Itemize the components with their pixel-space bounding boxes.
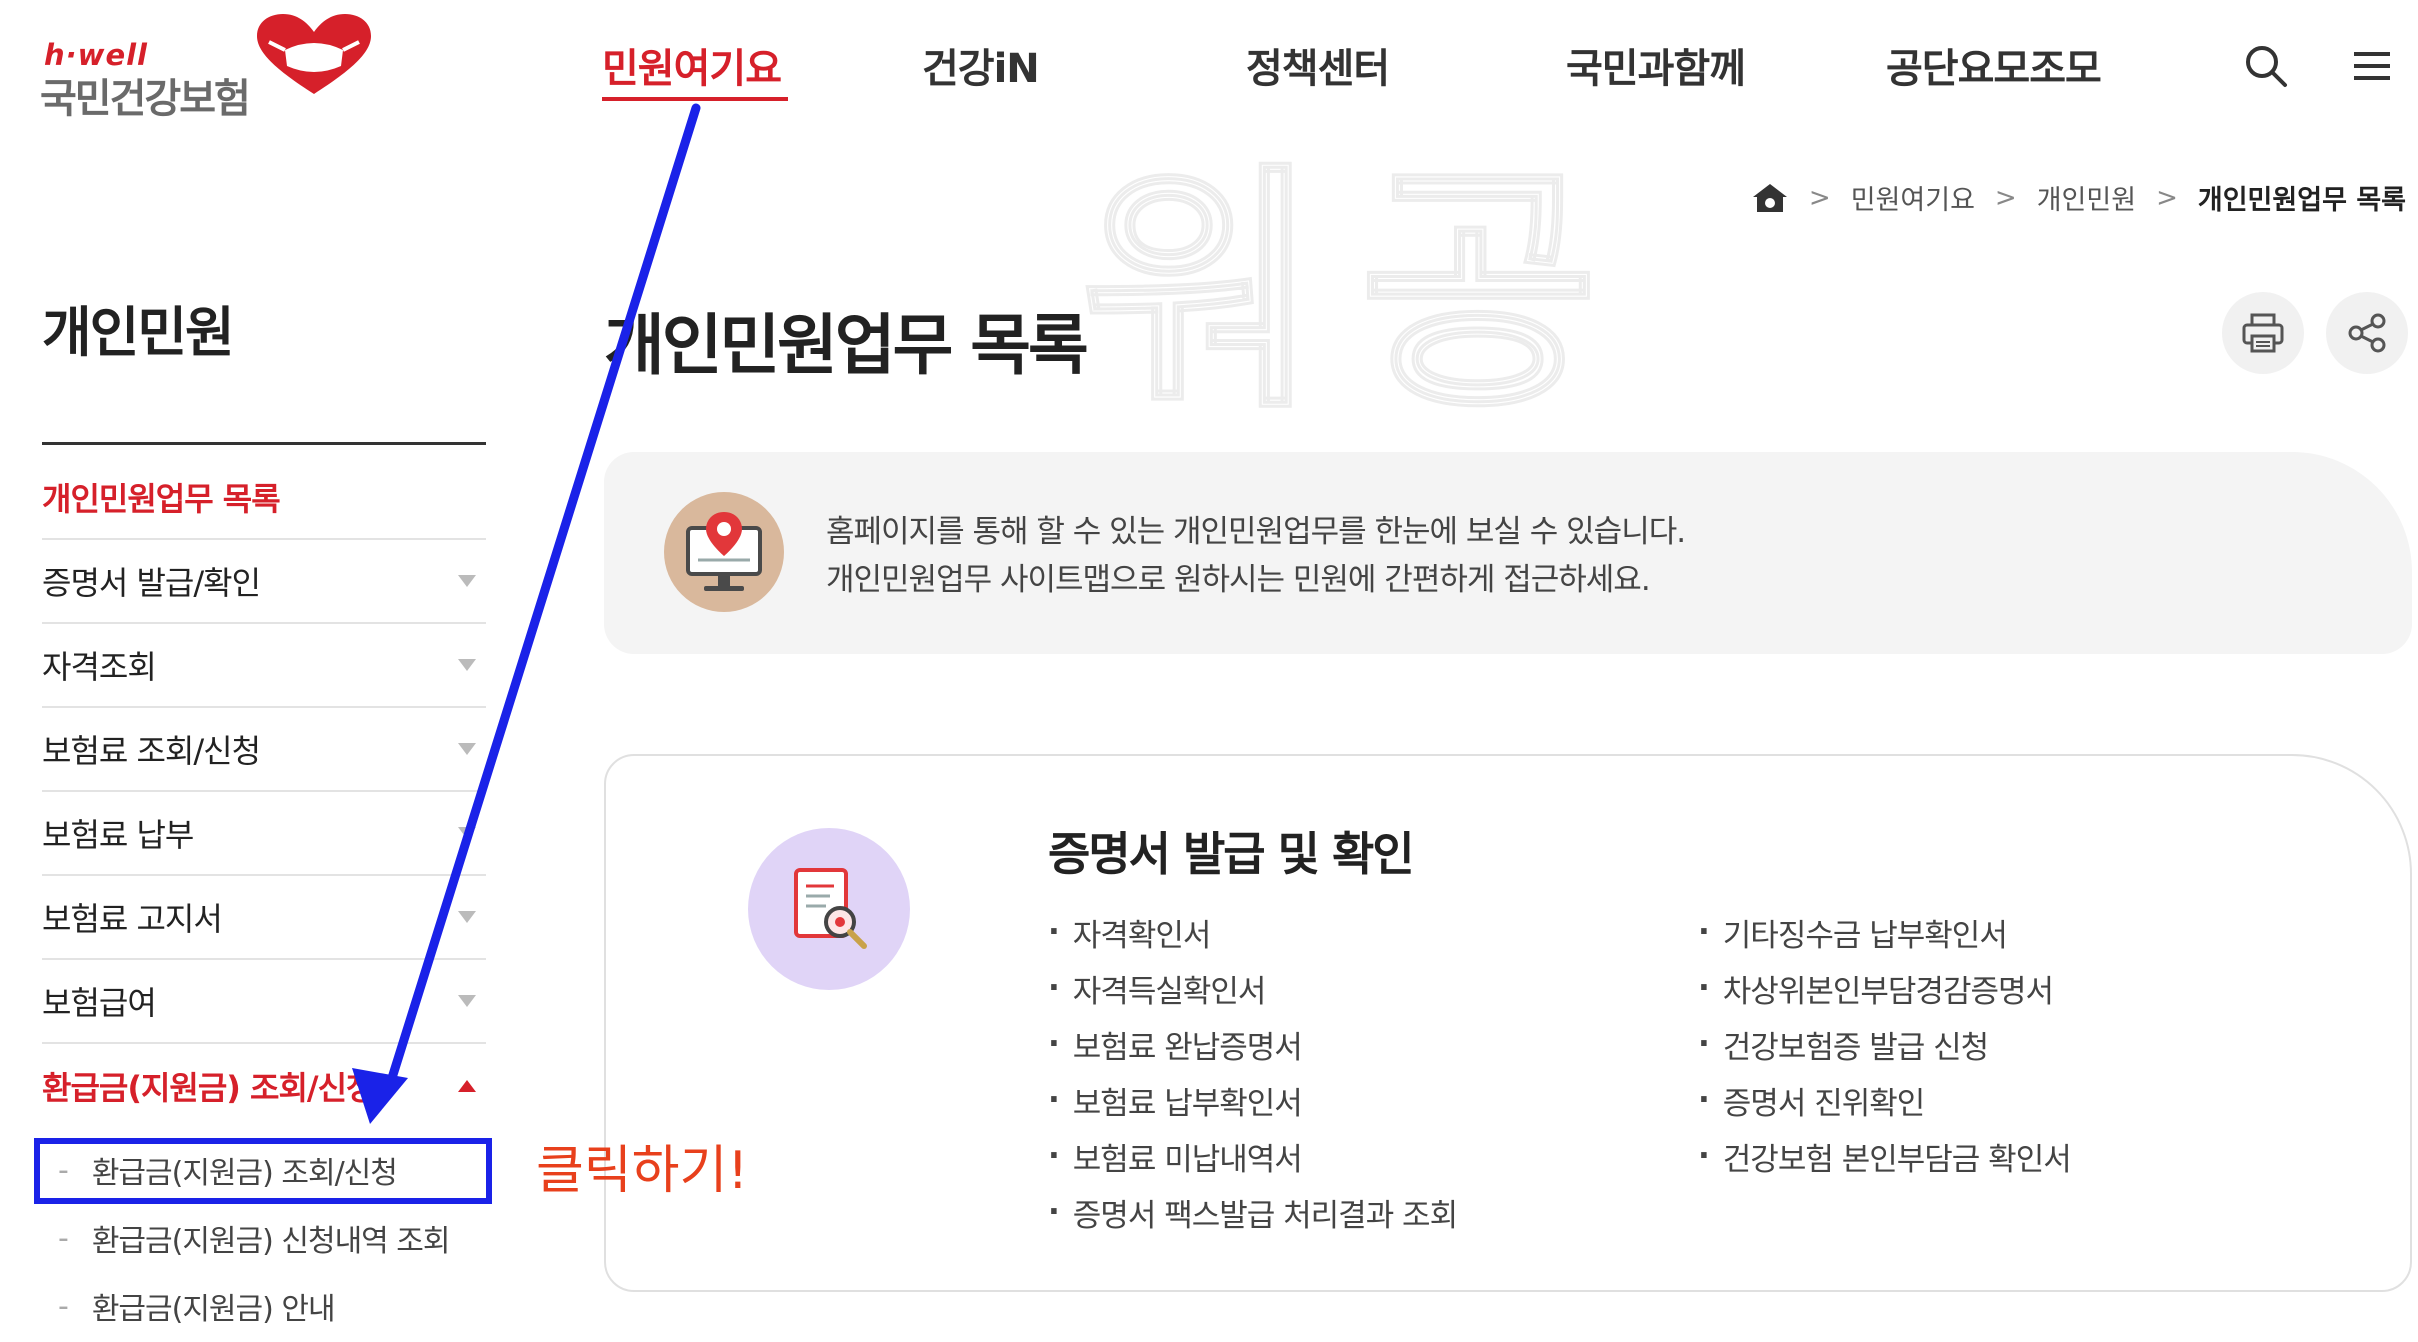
card-icon-circle — [748, 828, 910, 990]
sidebar-item-premium-notice[interactable]: 보험료 고지서 — [42, 876, 486, 960]
sidebar-item-label: 증명서 발급/확인 — [42, 564, 261, 602]
card-link-reduction-cert[interactable]: 차상위본인부담경감증명서 — [1698, 960, 2071, 1016]
gnb-item-policy-center[interactable]: 정책센터 — [1246, 36, 1390, 94]
info-box: 홈페이지를 통해 할 수 있는 개인민원업무를 한눈에 보실 수 있습니다. 개… — [604, 452, 2412, 654]
sidebar-divider — [42, 442, 486, 445]
card-link-unpaid-statement[interactable]: 보험료 미납내역서 — [1048, 1128, 1457, 1184]
breadcrumb-item-current: 개인민원업무 목록 — [2197, 185, 2406, 216]
submenu-item-refund-history[interactable]: - 환급금(지원금) 신청내역 조회 — [42, 1204, 486, 1272]
info-line-1: 홈페이지를 통해 할 수 있는 개인민원업무를 한눈에 보실 수 있습니다. — [826, 514, 1686, 550]
annotation-highlight-box — [34, 1138, 492, 1204]
submenu-item-label: 환급금(지원금) 신청내역 조회 — [91, 1224, 451, 1259]
document-search-icon — [794, 868, 867, 949]
breadcrumb-item-minwon[interactable]: 민원여기요 — [1851, 178, 1975, 217]
submenu-item-refund-guide[interactable]: - 환급금(지원금) 안내 — [42, 1272, 486, 1340]
card-title: 증명서 발급 및 확인 — [1048, 827, 1415, 881]
dash-icon: - — [58, 1288, 69, 1324]
search-button[interactable] — [2236, 36, 2296, 96]
info-line-2: 개인민원업무 사이트맵으로 원하시는 민원에 간편하게 접근하세요. — [826, 562, 1651, 598]
info-description: 홈페이지를 통해 할 수 있는 개인민원업무를 한눈에 보실 수 있습니다. 개… — [826, 508, 1686, 604]
sidebar-item-label: 보험료 조회/신청 — [42, 732, 261, 770]
breadcrumb-separator: > — [2156, 182, 2178, 213]
share-button[interactable] — [2326, 292, 2408, 374]
home-icon[interactable] — [1751, 182, 1789, 214]
sidebar-item-label: 보험료 납부 — [42, 816, 194, 854]
gnb-item-with-citizens[interactable]: 국민과함께 — [1566, 36, 1746, 94]
card-link-qualification[interactable]: 자격확인서 — [1048, 904, 1457, 960]
all-menu-button[interactable] — [2342, 36, 2402, 96]
sidebar-item-label: 보험료 고지서 — [42, 900, 223, 938]
background-watermark: 워공 — [1078, 141, 1639, 446]
sidebar-item-premium-inquiry[interactable]: 보험료 조회/신청 — [42, 708, 486, 792]
card-link-copay-cert[interactable]: 건강보험 본인부담금 확인서 — [1698, 1128, 2072, 1184]
sidebar-item-benefits[interactable]: 보험급여 — [42, 960, 486, 1044]
card-list-right: 기타징수금 납부확인서 차상위본인부담경감증명서 건강보험증 발급 신청 증명서… — [1698, 904, 2072, 1184]
chevron-down-icon — [458, 743, 476, 755]
gnb-item-health-in[interactable]: 건강iN — [922, 36, 1040, 94]
chevron-up-icon — [458, 1080, 476, 1092]
share-icon — [2348, 313, 2386, 353]
card-link-qualification-history[interactable]: 자격득실확인서 — [1048, 960, 1457, 1016]
logo-heart-icon — [257, 14, 371, 94]
sidebar-item-label: 자격조회 — [42, 648, 157, 686]
print-button[interactable] — [2222, 292, 2304, 374]
gnb-item-minwon[interactable]: 민원여기요 — [602, 36, 782, 94]
card-link-fax-result[interactable]: 증명서 팩스발급 처리결과 조회 — [1048, 1184, 1458, 1240]
chevron-down-icon — [458, 575, 476, 587]
card-link-authenticity-check[interactable]: 증명서 진위확인 — [1698, 1072, 2071, 1128]
dash-icon: - — [58, 1220, 69, 1256]
sidebar-item-certificates[interactable]: 증명서 발급/확인 — [42, 540, 486, 624]
submenu-item-label: 환급금(지원금) 안내 — [91, 1292, 336, 1327]
card-list-left: 자격확인서 자격득실확인서 보험료 완납증명서 보험료 납부확인서 보험료 미납… — [1048, 904, 1458, 1240]
certificate-card: 증명서 발급 및 확인 자격확인서 자격득실확인서 보험료 완납증명서 보험료 … — [604, 754, 2412, 1292]
sidebar-item-refund[interactable]: 환급금(지원금) 조회/신청 — [42, 1044, 486, 1128]
nhis-logo[interactable]: h·well 국민건강보험 — [40, 14, 371, 122]
print-icon — [2242, 313, 2284, 353]
breadcrumb: > 민원여기요 > 개인민원 > 개인민원업무 목록 — [1751, 178, 2406, 217]
annotation-click-text: 클릭하기! — [536, 1141, 749, 1201]
page-title: 개인민원업무 목록 — [604, 307, 1089, 384]
chevron-down-icon — [458, 659, 476, 671]
sidebar-title: 개인민원 — [42, 301, 235, 364]
sidebar-menu: 개인민원업무 목록 증명서 발급/확인 자격조회 보험료 조회/신청 보험료 납… — [42, 456, 486, 1340]
gnb-item-about-nhis[interactable]: 공단요모조모 — [1886, 36, 2102, 94]
logo-main-text: 국민건강보험 — [40, 76, 251, 122]
sidebar-item-work-list[interactable]: 개인민원업무 목록 — [42, 456, 486, 540]
sidebar-item-label: 환급금(지원금) 조회/신청 — [42, 1069, 375, 1107]
sidebar-item-eligibility[interactable]: 자격조회 — [42, 624, 486, 708]
gnb-active-underline — [602, 97, 788, 101]
breadcrumb-item-personal[interactable]: 개인민원 — [2037, 178, 2136, 217]
card-link-payment-confirmation[interactable]: 보험료 납부확인서 — [1048, 1072, 1457, 1128]
chevron-down-icon — [458, 995, 476, 1007]
hamburger-menu-icon — [2354, 52, 2390, 80]
sidebar-item-premium-payment[interactable]: 보험료 납부 — [42, 792, 486, 876]
breadcrumb-separator: > — [1994, 182, 2017, 213]
search-icon — [2246, 46, 2287, 87]
card-link-full-payment-cert[interactable]: 보험료 완납증명서 — [1048, 1016, 1457, 1072]
card-link-insurance-card[interactable]: 건강보험증 발급 신청 — [1698, 1016, 2071, 1072]
sidebar-item-label: 보험급여 — [42, 984, 157, 1022]
card-link-other-collection[interactable]: 기타징수금 납부확인서 — [1698, 904, 2071, 960]
sidebar-item-label: 개인민원업무 목록 — [42, 480, 281, 518]
chevron-down-icon — [458, 827, 476, 839]
breadcrumb-separator: > — [1808, 182, 1831, 213]
monitor-location-icon — [664, 492, 784, 612]
chevron-down-icon — [458, 911, 476, 923]
